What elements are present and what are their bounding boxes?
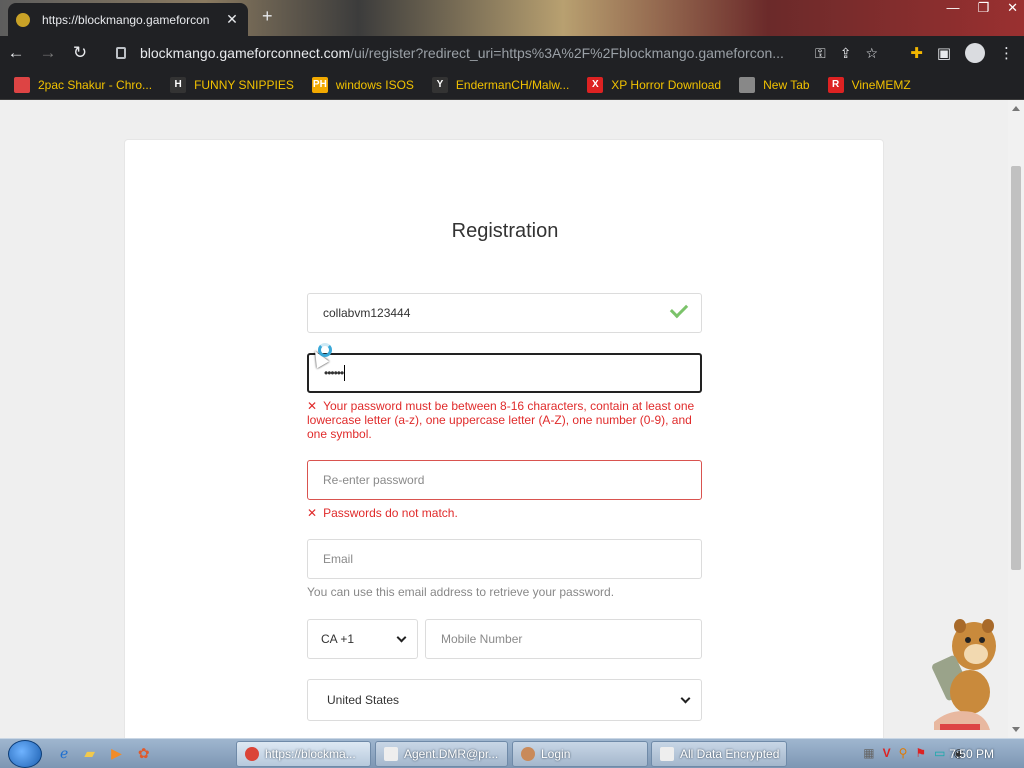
hamster-mascot-icon — [932, 619, 996, 730]
chrome-icon — [245, 747, 259, 761]
bookmark-label: EndermanCH/Malw... — [455, 77, 570, 92]
window-icon — [384, 747, 398, 761]
bookmark-label: windows ISOS — [335, 77, 414, 92]
taskbar-clock: 7:50 PM — [949, 747, 994, 761]
bookmark-item[interactable]: New Tab — [739, 76, 810, 93]
chevron-down-icon — [396, 632, 407, 642]
url-text: blockmango.gameforconnect.com/ui/registe… — [140, 45, 784, 61]
bookmark-favicon-icon: Y — [431, 76, 448, 93]
address-bar[interactable]: blockmango.gameforconnect.com/ui/registe… — [108, 39, 886, 67]
tray-app-icon[interactable]: ▦ — [863, 746, 874, 760]
key-icon[interactable]: ⚿ — [815, 45, 826, 62]
app-quick-icon[interactable]: ✿ — [138, 745, 150, 762]
busy-spinner-icon — [318, 343, 332, 357]
taskbar-item-encrypted[interactable]: All Data Encrypted — [651, 741, 787, 767]
new-tab-icon[interactable]: + — [262, 6, 273, 27]
page-scrollbar[interactable] — [1008, 100, 1024, 738]
password-input[interactable]: •••••• — [307, 353, 702, 393]
browser-toolbar: ← → ↻ blockmango.gameforconnect.com/ui/r… — [0, 36, 1024, 70]
bookmark-favicon-icon: H — [170, 76, 187, 93]
folder-icon[interactable]: ▰ — [84, 745, 95, 762]
password-error: ✕ Your password must be between 8-16 char… — [307, 399, 695, 441]
scroll-up-arrow-icon[interactable] — [1012, 106, 1020, 111]
email-hint: You can use this email address to retrie… — [307, 585, 615, 599]
country-select[interactable]: United States — [307, 679, 702, 721]
tray-flag-icon[interactable]: ⚑ — [915, 746, 926, 760]
internet-explorer-icon[interactable]: ℯ — [60, 745, 68, 762]
taskbar-item-agent[interactable]: Agent.DMR@pr... — [375, 741, 508, 767]
taskbar-item-chrome[interactable]: https://blockma... — [236, 741, 371, 767]
bookmark-favicon-icon: X — [587, 76, 604, 93]
bookmark-item[interactable]: PH windows ISOS — [311, 76, 414, 93]
text-caret — [344, 365, 346, 381]
bookmark-star-icon[interactable]: ☆ — [865, 45, 878, 62]
bookmark-item[interactable]: Y EndermanCH/Malw... — [431, 76, 570, 93]
scroll-down-arrow-icon[interactable] — [1012, 727, 1020, 732]
side-panel-icon[interactable]: ▣ — [937, 44, 951, 62]
windows-taskbar: ℯ ▰ ▶ ✿ https://blockma... Agent.DMR@pr.… — [0, 738, 1024, 768]
bookmark-label: XP Horror Download — [611, 77, 722, 92]
lock-icon[interactable] — [116, 47, 126, 59]
extensions-icon[interactable]: ✚ — [910, 44, 923, 62]
bookmark-item[interactable]: X XP Horror Download — [587, 76, 722, 93]
bookmark-label: VineMEMZ — [851, 77, 911, 92]
username-input[interactable]: collabvm123444 — [307, 293, 702, 333]
bookmark-label: 2pac Shakur - Chro... — [38, 77, 153, 92]
forward-arrow-icon[interactable]: → — [32, 43, 64, 63]
bookmark-favicon-icon — [739, 76, 756, 93]
bookmark-item[interactable]: H FUNNY SNIPPIES — [170, 76, 294, 93]
scroll-thumb[interactable] — [1011, 166, 1021, 570]
registration-card: Registration collabvm123444 •••••• ✕ Your… — [124, 139, 884, 738]
email-input[interactable]: Email — [307, 539, 702, 579]
country-code-select[interactable]: CA +1 — [307, 619, 418, 659]
window-controls: — ❐ ✕ — [946, 0, 1018, 16]
browser-tab[interactable]: https://blockmango.gameforcon ✕ — [8, 3, 248, 36]
bookmark-favicon-icon: R — [827, 76, 844, 93]
bookmark-favicon-icon: PH — [311, 76, 328, 93]
bookmark-label: New Tab — [763, 77, 810, 92]
bookmark-item[interactable]: 2pac Shakur - Chro... — [14, 76, 153, 93]
tray-monitor-icon[interactable]: ▭ — [934, 746, 945, 760]
chevron-down-icon — [680, 693, 691, 703]
tab-title: https://blockmango.gameforcon — [42, 12, 210, 27]
start-button[interactable] — [8, 739, 42, 768]
mobile-number-input[interactable]: Mobile Number — [425, 619, 702, 659]
reenter-error: ✕ Passwords do not match. — [307, 506, 458, 520]
title-bar: https://blockmango.gameforcon ✕ + — ❐ ✕ — [0, 0, 1024, 36]
bookmarks-bar: 2pac Shakur - Chro... H FUNNY SNIPPIES PH wi… — [0, 70, 1024, 100]
bookmark-item[interactable]: R VineMEMZ — [827, 76, 911, 93]
site-favicon-icon — [16, 12, 30, 27]
error-x-icon: ✕ — [307, 399, 318, 413]
error-x-icon: ✕ — [307, 506, 318, 520]
reenter-password-input[interactable]: Re-enter password — [307, 460, 702, 500]
page-title: Registration — [451, 220, 559, 242]
taskbar-item-login[interactable]: Login — [512, 741, 648, 767]
close-window-icon[interactable]: ✕ — [1007, 0, 1018, 16]
restore-icon[interactable]: ❐ — [977, 0, 989, 16]
menu-kebab-icon[interactable]: ⋮ — [999, 44, 1014, 62]
profile-avatar-icon[interactable] — [965, 43, 985, 63]
bookmark-label: FUNNY SNIPPIES — [194, 77, 294, 92]
minimize-icon[interactable]: — — [946, 0, 959, 16]
back-arrow-icon[interactable]: ← — [0, 43, 32, 63]
tray-search-icon[interactable]: ⚲ — [899, 746, 908, 760]
close-tab-icon[interactable]: ✕ — [224, 11, 240, 28]
tray-v-icon[interactable]: V — [883, 746, 891, 760]
media-player-icon[interactable]: ▶ — [111, 745, 122, 762]
valid-check-icon — [669, 299, 689, 319]
user-icon — [521, 747, 535, 761]
share-icon[interactable]: ⇪ — [840, 45, 852, 62]
window-icon — [660, 747, 674, 761]
bookmark-favicon-icon — [14, 76, 30, 93]
reload-icon[interactable]: ↻ — [64, 43, 96, 63]
page-content: Registration collabvm123444 •••••• ✕ Your… — [0, 100, 1008, 738]
